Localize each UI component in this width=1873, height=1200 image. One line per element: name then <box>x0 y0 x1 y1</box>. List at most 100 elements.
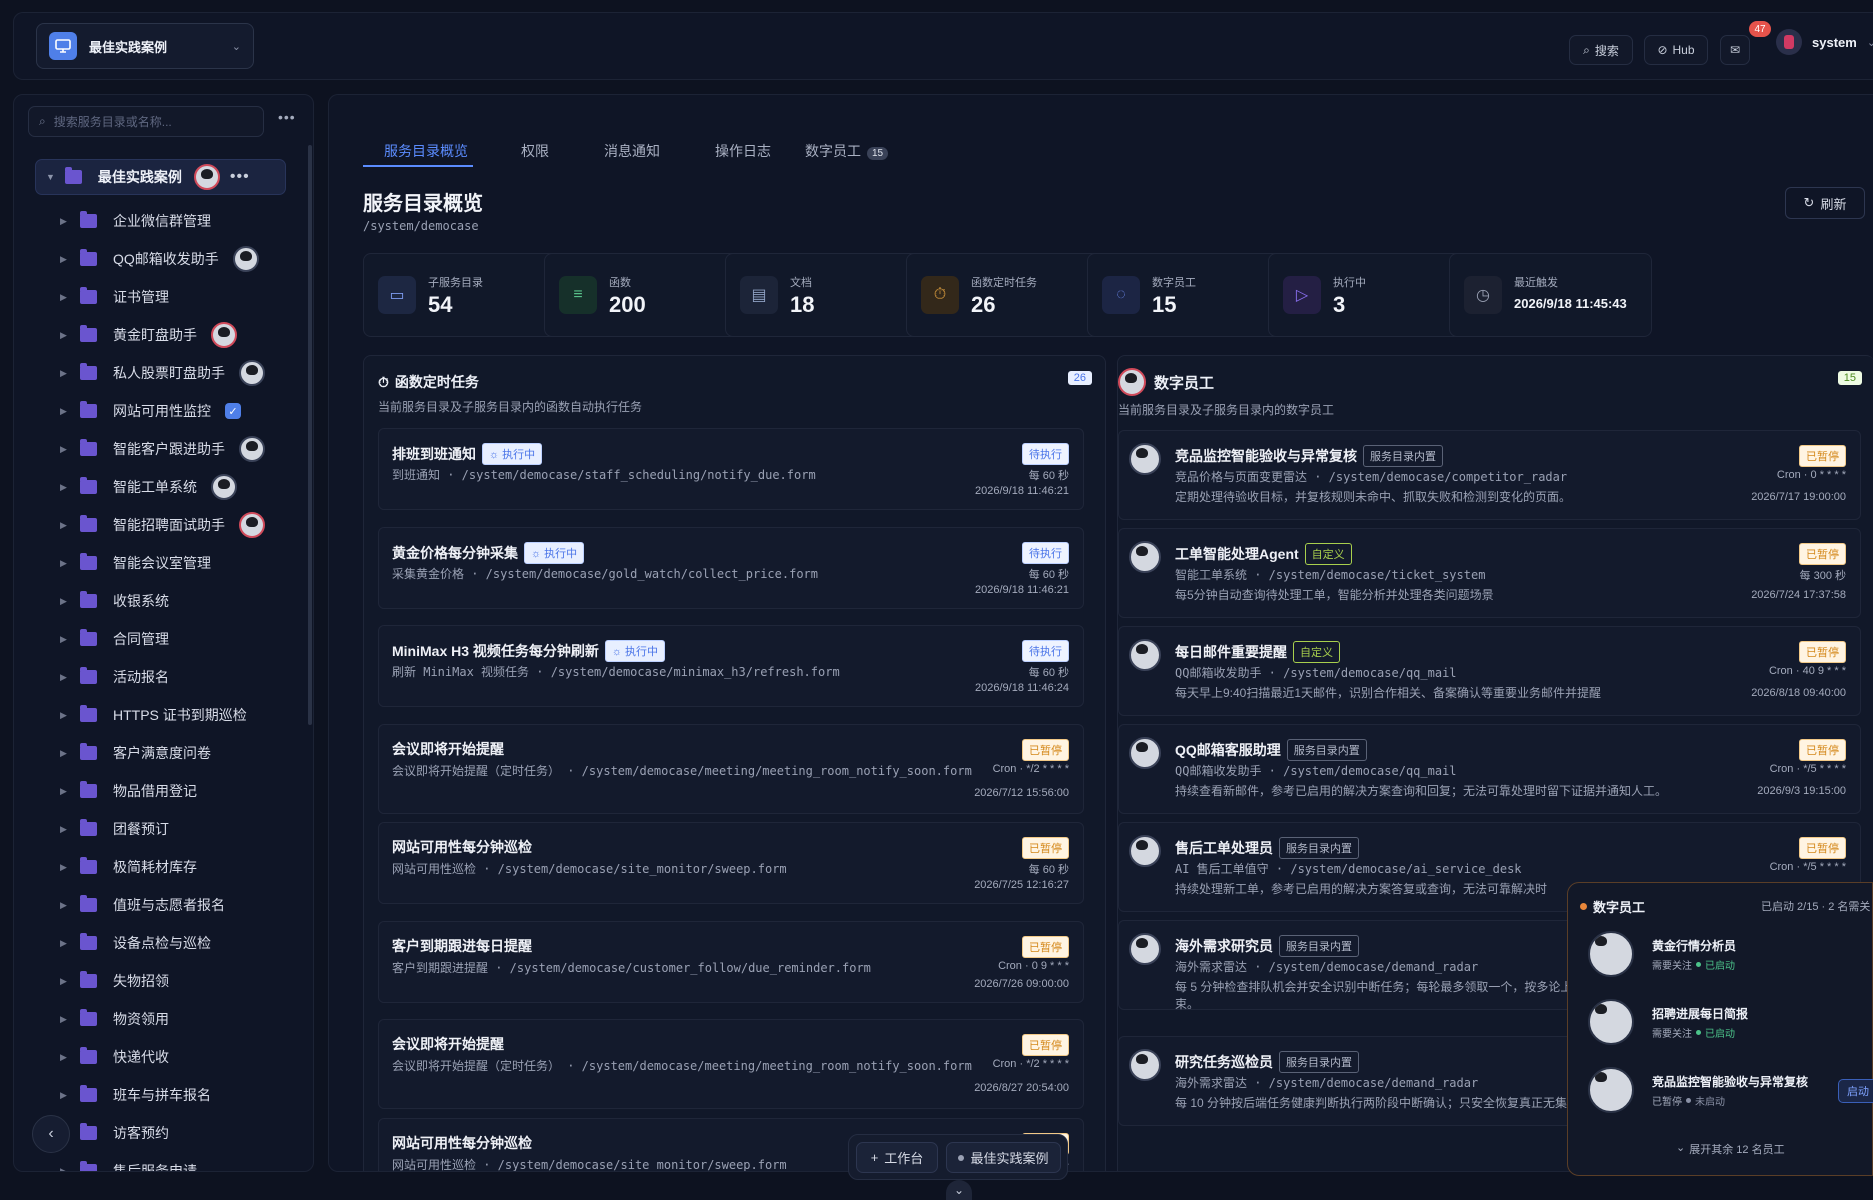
mail-button[interactable]: ✉ <box>1720 35 1750 65</box>
tree-item-label: 失物招领 <box>113 973 169 989</box>
tree-item-label: 极简耗材库存 <box>113 859 197 875</box>
tree-item[interactable]: ▶ 合同管理 <box>14 620 284 658</box>
tab-2[interactable]: 消息通知 <box>604 141 660 161</box>
tree-item[interactable]: ▶ 售后服务申请 <box>14 1152 284 1171</box>
float-item[interactable]: 黄金行情分析员 需要关注 已启动 <box>1588 927 1868 983</box>
tree-item[interactable]: ▶ QQ邮箱收发助手 <box>14 240 284 278</box>
status-badge: 待执行 <box>1022 640 1069 662</box>
float-item[interactable]: 招聘进展每日简报 需要关注 已启动 <box>1588 995 1868 1051</box>
worker-item-schedule: Cron · */5 * * * * <box>1769 763 1846 775</box>
tree-item[interactable]: ▶ 企业微信群管理 <box>14 202 284 240</box>
cron-item[interactable]: 黄金价格每分钟采集 ☼ 执行中 采集黄金价格 · /system/democase/… <box>378 526 1084 609</box>
cron-item-title: MiniMax H3 视频任务每分钟刷新 ☼ 执行中 <box>392 640 666 662</box>
status-badge: 待执行 <box>1022 443 1069 465</box>
tree-item[interactable]: ▶ 失物招领 <box>14 962 284 1000</box>
caret-right-icon: ▶ <box>60 1051 67 1062</box>
stat-label: 函数 <box>609 277 631 289</box>
tab-4[interactable]: 数字员工 15 <box>805 141 889 161</box>
catalog-search-input[interactable]: ⌕ 搜索服务目录或名称... <box>28 106 264 137</box>
cron-item[interactable]: 客户到期跟进每日提醒 客户到期跟进提醒 · /system/democase/cu… <box>378 920 1084 1003</box>
tree-item[interactable]: ▶ 黄金盯盘助手 <box>14 316 284 354</box>
tag-badge: 自定义 <box>1304 543 1352 565</box>
folder-icon <box>80 553 97 570</box>
caret-right-icon: ▶ <box>60 633 67 644</box>
tree-item[interactable]: ▶ 活动报名 <box>14 658 284 696</box>
tree-item[interactable]: ▶ 智能客户跟进助手 <box>14 430 284 468</box>
worker-item-title: 研究任务巡检员 服务目录内置 <box>1175 1051 1359 1073</box>
cron-item-sub: 会议即将开始提醒（定时任务） · /system/democase/meetin… <box>392 1059 972 1073</box>
stat-value: 200 <box>609 292 646 317</box>
caret-right-icon: ▶ <box>60 291 67 302</box>
tree-item[interactable]: ▶ 极简耗材库存 <box>14 848 284 886</box>
project-selector[interactable]: 最佳实践案例 ⌄ <box>36 23 254 69</box>
refresh-button[interactable]: ↻ 刷新 <box>1785 187 1865 219</box>
expand-button[interactable]: ⌄ 展开其余 12 名员工 <box>1676 1141 1785 1157</box>
avatar <box>239 360 265 386</box>
tree-root[interactable]: ▼ 最佳实践案例 ••• <box>35 159 286 195</box>
refresh-label: 刷新 <box>1820 196 1847 212</box>
status-badge: 已暂停 <box>1022 837 1069 859</box>
sidebar-scrollbar[interactable] <box>308 145 312 725</box>
cron-item[interactable]: 会议即将开始提醒 会议即将开始提醒（定时任务） · /system/democas… <box>378 723 1084 814</box>
start-label: 启动 <box>1847 1086 1869 1098</box>
worker-item[interactable]: 工单智能处理Agent 自定义 智能工单系统 · /system/democase/… <box>1118 528 1861 618</box>
cron-item-title: 会议即将开始提醒 <box>392 1034 504 1054</box>
tree-item[interactable]: ▶ 物资领用 <box>14 1000 284 1038</box>
stat-card: ▭ 子服务目录 54 <box>363 253 566 337</box>
worker-item-desc: 每天早上9:40扫描最近1天邮件，识别合作相关、备案确认等重要业务邮件并提醒 <box>1175 686 1602 700</box>
cron-item[interactable]: 会议即将开始提醒会议即将开始提醒（定时任务） · /system/democas… <box>378 1019 1084 1109</box>
cron-item[interactable]: 排班到班通知 ☼ 执行中 到班通知 · /system/democase/staff… <box>378 428 1084 510</box>
tree-item[interactable]: ▶ 班车与拼车报名 <box>14 1076 284 1114</box>
tree-item-label: 智能工单系统 <box>113 479 197 495</box>
caret-right-icon: ▶ <box>60 253 67 264</box>
worker-item[interactable]: 竞品监控智能验收与异常复核 服务目录内置 竞品价格与页面变更雷达 · /system… <box>1118 430 1861 520</box>
tree-item[interactable]: ▶ 物品借用登记 <box>14 772 284 810</box>
tab-3[interactable]: 操作日志 <box>715 141 771 161</box>
dock-toggle-button[interactable]: ⌄ <box>946 1180 972 1200</box>
worker-item-desc: 定期处理待验收目标，并复核规则未命中、抓取失败和检测到变化的页面。 <box>1175 490 1572 504</box>
folder-icon <box>64 167 82 184</box>
float-item[interactable]: 竞品监控智能验收与异常复核 已暂停 未启动 启动 <box>1588 1063 1873 1119</box>
stat-label: 执行中 <box>1333 277 1366 289</box>
tree-item[interactable]: ▶ 网站可用性监控 ✓ <box>14 392 284 430</box>
avatar <box>1588 931 1634 977</box>
tree-item[interactable]: ▶ 收银系统 <box>14 582 284 620</box>
tree-item[interactable]: ▶ 快递代收 <box>14 1038 284 1076</box>
tree-item[interactable]: ▶ 智能会议室管理 <box>14 544 284 582</box>
search-button[interactable]: ⌕ 搜索 <box>1569 35 1633 65</box>
cron-item-title: 网站可用性每分钟巡检 <box>392 1133 532 1153</box>
tree-item[interactable]: ▶ 智能工单系统 <box>14 468 284 506</box>
user-menu[interactable]: system ⌄ <box>1776 29 1873 55</box>
start-button[interactable]: 启动 <box>1838 1079 1873 1103</box>
tab-label: 权限 <box>521 143 549 159</box>
tree-item[interactable]: ▶ HTTPS 证书到期巡检 <box>14 696 284 734</box>
tab-1[interactable]: 权限 <box>521 141 549 161</box>
caret-right-icon: ▶ <box>60 215 67 226</box>
workspace-button[interactable]: + 工作台 <box>856 1142 938 1173</box>
folder-icon <box>80 1123 97 1140</box>
tree-item[interactable]: ▶ 私人股票盯盘助手 <box>14 354 284 392</box>
tab-0[interactable]: 服务目录概览 <box>384 141 468 161</box>
cron-item[interactable]: MiniMax H3 视频任务每分钟刷新 ☼ 执行中 刷新 MiniMax 视频任务… <box>378 625 1084 707</box>
caret-right-icon: ▶ <box>60 443 67 454</box>
tree-item[interactable]: ▶ 智能招聘面试助手 <box>14 506 284 544</box>
tree-item[interactable]: ▶ 设备点检与巡检 <box>14 924 284 962</box>
collapse-sidebar-button[interactable]: ‹ <box>32 1115 70 1153</box>
page-path: /system/democase <box>363 219 479 233</box>
tree-item[interactable]: ▶ 证书管理 <box>14 278 284 316</box>
tab-active-indicator <box>363 165 473 167</box>
worker-item[interactable]: 每日邮件重要提醒 自定义 QQ邮箱收发助手 · /system/democase/q… <box>1118 626 1861 716</box>
hub-button[interactable]: ⊘ Hub <box>1644 35 1708 65</box>
tree-item[interactable]: ▶ 值班与志愿者报名 <box>14 886 284 924</box>
context-button[interactable]: 最佳实践案例 <box>946 1142 1061 1173</box>
worker-item[interactable]: QQ邮箱客服助理 服务目录内置 QQ邮箱收发助手 · /system/democas… <box>1118 724 1861 814</box>
tree-item[interactable]: ▶ 团餐预订 <box>14 810 284 848</box>
worker-item-title: 竞品监控智能验收与异常复核 服务目录内置 <box>1175 445 1443 467</box>
tab-label: 消息通知 <box>604 143 660 159</box>
cron-title: 函数定时任务 <box>394 374 479 390</box>
tree-item[interactable]: ▶ 客户满意度问卷 <box>14 734 284 772</box>
more-icon[interactable]: ••• <box>230 168 250 186</box>
check-badge-icon: ✓ <box>225 403 241 419</box>
cron-item[interactable]: 网站可用性每分钟巡检 网站可用性巡检 · /system/democase/sit… <box>378 822 1084 904</box>
more-icon[interactable]: ••• <box>278 109 296 125</box>
